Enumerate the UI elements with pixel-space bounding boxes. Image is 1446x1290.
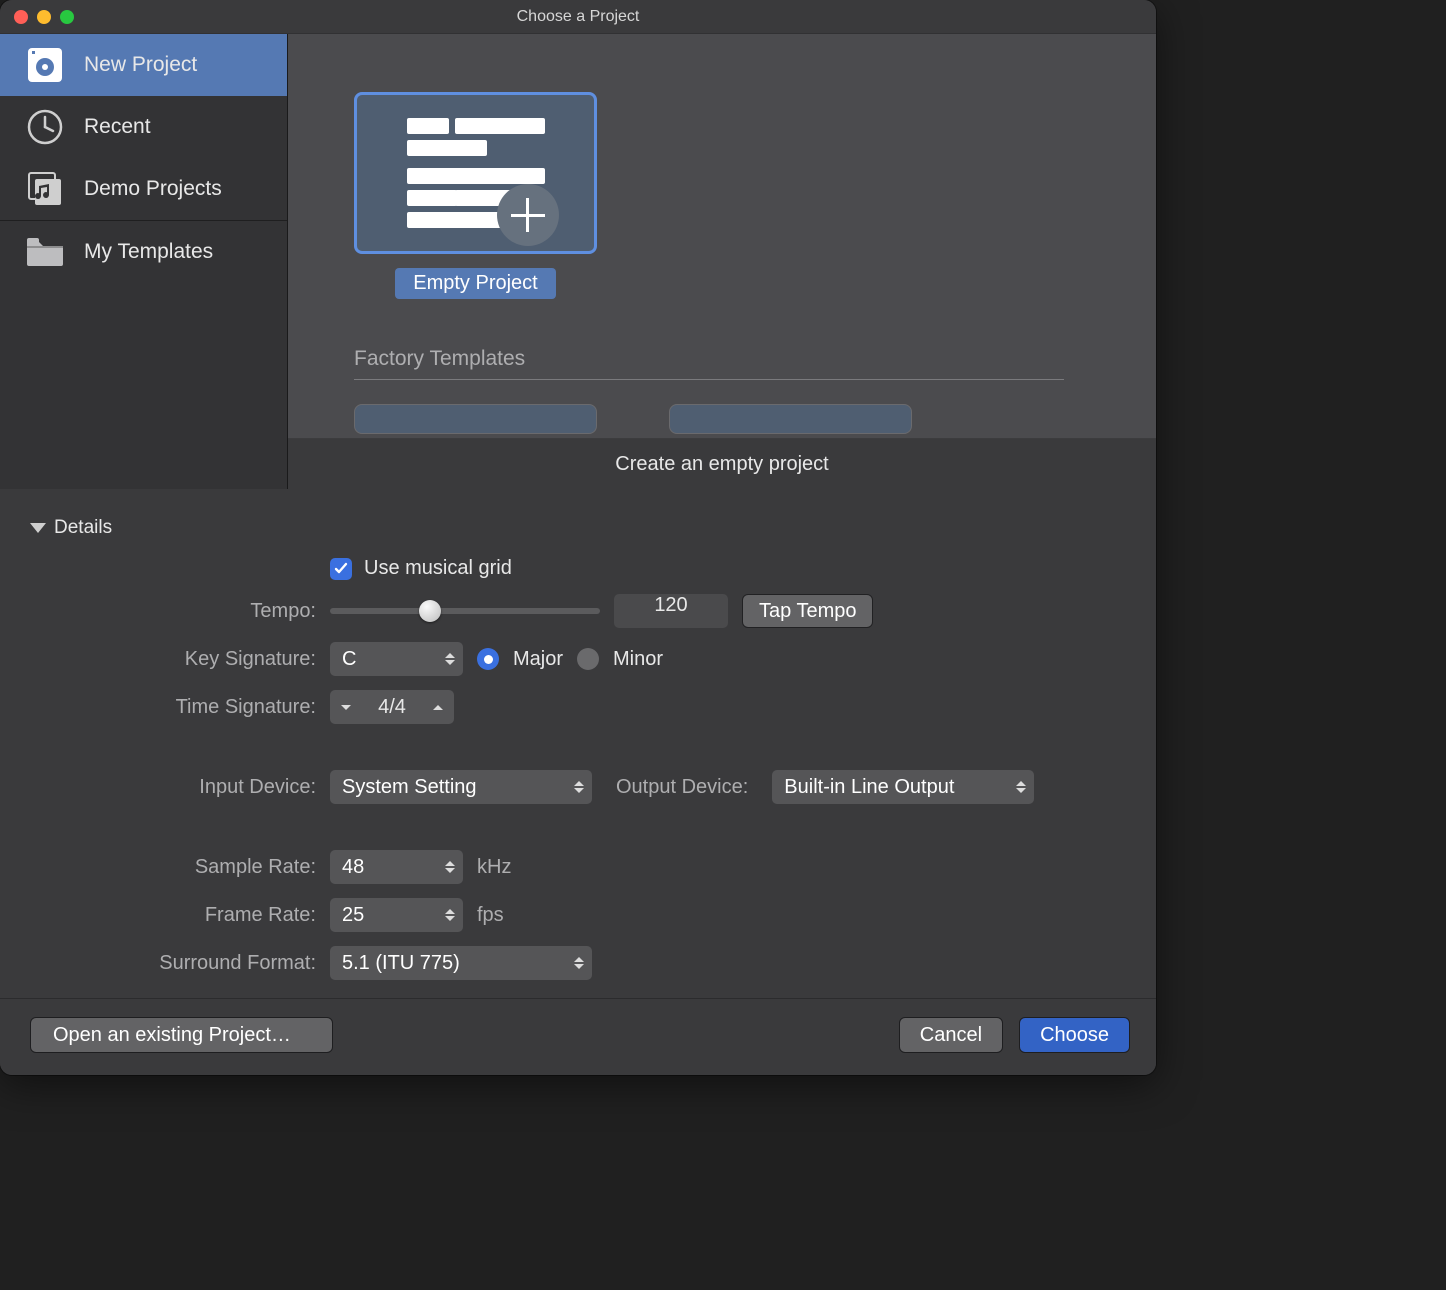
- surround-format-label: Surround Format:: [30, 952, 330, 975]
- key-major-radio[interactable]: [477, 648, 499, 670]
- tap-tempo-button[interactable]: Tap Tempo: [742, 594, 873, 628]
- clock-icon: [24, 106, 66, 148]
- window-close-icon[interactable]: [14, 10, 28, 24]
- stepper-arrows-icon: [445, 909, 455, 921]
- tempo-field[interactable]: 120: [614, 594, 728, 628]
- frame-rate-label: Frame Rate:: [30, 904, 330, 927]
- stepper-arrows-icon: [574, 957, 584, 969]
- titlebar: Choose a Project: [0, 0, 1156, 34]
- sidebar-item-recent[interactable]: Recent: [0, 96, 287, 158]
- disk-icon: [24, 44, 66, 86]
- input-device-select[interactable]: System Setting: [330, 770, 592, 804]
- sidebar-item-demo-projects[interactable]: Demo Projects: [0, 158, 287, 220]
- factory-templates-row: [354, 404, 1090, 434]
- sidebar-item-label: New Project: [84, 53, 197, 77]
- time-signature-stepper[interactable]: 4/4: [330, 690, 454, 724]
- template-card-empty-project[interactable]: Empty Project: [354, 92, 597, 299]
- key-signature-label: Key Signature:: [30, 648, 330, 671]
- output-device-value: Built-in Line Output: [784, 776, 954, 799]
- details-panel: Details Use musical grid Tempo: 120 Tap …: [0, 489, 1156, 998]
- sample-rate-label: Sample Rate:: [30, 856, 330, 879]
- frame-rate-unit: fps: [477, 904, 504, 927]
- disclosure-triangle-icon: [30, 523, 46, 533]
- stepper-arrows-icon: [1016, 781, 1026, 793]
- details-form: Use musical grid Tempo: 120 Tap Tempo Ke…: [30, 557, 1126, 980]
- key-minor-label: Minor: [613, 648, 663, 671]
- sidebar-item-label: Recent: [84, 115, 151, 139]
- tracks-icon: [407, 118, 545, 228]
- project-chooser-window: Choose a Project New Project: [0, 0, 1156, 1075]
- folder-icon: [24, 231, 66, 273]
- key-signature-select[interactable]: C: [330, 642, 463, 676]
- details-header[interactable]: Details: [30, 517, 1126, 539]
- sidebar-item-new-project[interactable]: New Project: [0, 34, 287, 96]
- time-signature-label: Time Signature:: [30, 696, 330, 719]
- window-title: Choose a Project: [0, 8, 1156, 26]
- footer: Open an existing Project… Cancel Choose: [0, 998, 1156, 1075]
- window-minimize-icon[interactable]: [37, 10, 51, 24]
- description-bar: Create an empty project: [288, 439, 1156, 489]
- surround-format-select[interactable]: 5.1 (ITU 775): [330, 946, 592, 980]
- sidebar: New Project Recent: [0, 34, 288, 489]
- window-zoom-icon[interactable]: [60, 10, 74, 24]
- tempo-label: Tempo:: [30, 600, 330, 623]
- key-major-label: Major: [513, 648, 563, 671]
- sidebar-item-my-templates[interactable]: My Templates: [0, 221, 287, 283]
- template-card[interactable]: [669, 404, 912, 434]
- music-files-icon: [24, 168, 66, 210]
- sidebar-item-label: Demo Projects: [84, 177, 222, 201]
- use-musical-grid-checkbox[interactable]: [330, 558, 352, 580]
- empty-project-thumbnail: [354, 92, 597, 254]
- open-existing-project-button[interactable]: Open an existing Project…: [30, 1017, 333, 1053]
- sample-rate-unit: kHz: [477, 856, 511, 879]
- tempo-slider[interactable]: [330, 608, 600, 614]
- frame-rate-select[interactable]: 25: [330, 898, 463, 932]
- description-text: Create an empty project: [615, 453, 828, 476]
- use-musical-grid-label: Use musical grid: [364, 557, 512, 580]
- upper-pane: New Project Recent: [0, 34, 1156, 489]
- traffic-lights: [14, 10, 74, 24]
- stepper-down-icon[interactable]: [330, 690, 362, 724]
- sample-rate-value: 48: [342, 856, 364, 879]
- output-device-select[interactable]: Built-in Line Output: [772, 770, 1034, 804]
- factory-templates-header: Factory Templates: [354, 347, 1064, 380]
- template-card[interactable]: [354, 404, 597, 434]
- cancel-button[interactable]: Cancel: [899, 1017, 1003, 1053]
- stepper-arrows-icon: [574, 781, 584, 793]
- stepper-up-icon[interactable]: [422, 690, 454, 724]
- sidebar-item-label: My Templates: [84, 240, 213, 264]
- frame-rate-value: 25: [342, 904, 364, 927]
- slider-thumb-icon[interactable]: [419, 600, 441, 622]
- surround-format-value: 5.1 (ITU 775): [342, 952, 460, 975]
- choose-button[interactable]: Choose: [1019, 1017, 1130, 1053]
- details-title: Details: [54, 517, 112, 539]
- input-device-value: System Setting: [342, 776, 477, 799]
- key-minor-radio[interactable]: [577, 648, 599, 670]
- stepper-arrows-icon: [445, 861, 455, 873]
- output-device-label: Output Device:: [616, 776, 748, 799]
- template-gallery: Empty Project Factory Templates: [288, 34, 1156, 489]
- plus-icon: [497, 184, 559, 246]
- sample-rate-select[interactable]: 48: [330, 850, 463, 884]
- key-signature-value: C: [342, 648, 356, 671]
- input-device-label: Input Device:: [30, 776, 330, 799]
- template-card-label: Empty Project: [395, 268, 555, 299]
- stepper-arrows-icon: [445, 653, 455, 665]
- time-signature-value: 4/4: [362, 690, 422, 724]
